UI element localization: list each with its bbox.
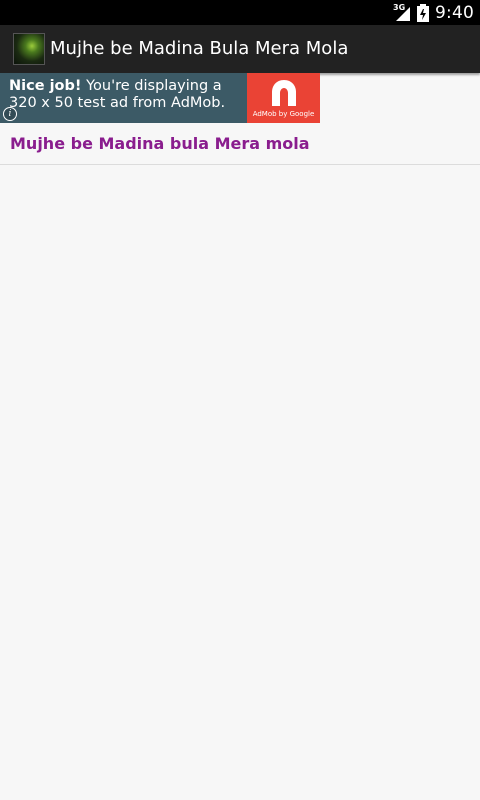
network-type-label: 3G <box>393 2 406 12</box>
ad-text: Nice job! You're displaying a 320 x 50 t… <box>9 78 247 112</box>
list-item-label: Mujhe be Madina bula Mera mola <box>10 134 310 153</box>
info-icon[interactable]: i <box>3 107 17 121</box>
ad-headline: Nice job! <box>9 78 82 94</box>
ad-banner[interactable]: Nice job! You're displaying a 320 x 50 t… <box>0 73 320 123</box>
ad-logo-caption: AdMob by Google <box>252 110 315 118</box>
action-bar: Mujhe be Madina Bula Mera Mola <box>0 25 480 73</box>
status-icons: 3G 9:40 <box>393 0 474 25</box>
battery-icon <box>417 3 430 22</box>
status-time: 9:40 <box>435 2 474 23</box>
status-bar: 3G 9:40 <box>0 0 480 25</box>
list-item[interactable]: Mujhe be Madina bula Mera mola <box>0 123 480 165</box>
signal-icon: 3G <box>393 2 411 22</box>
app-title: Mujhe be Madina Bula Mera Mola <box>50 38 349 59</box>
admob-logo-icon <box>272 80 296 106</box>
app-logo-icon[interactable] <box>13 33 45 65</box>
admob-logo[interactable]: AdMob by Google <box>247 73 320 123</box>
